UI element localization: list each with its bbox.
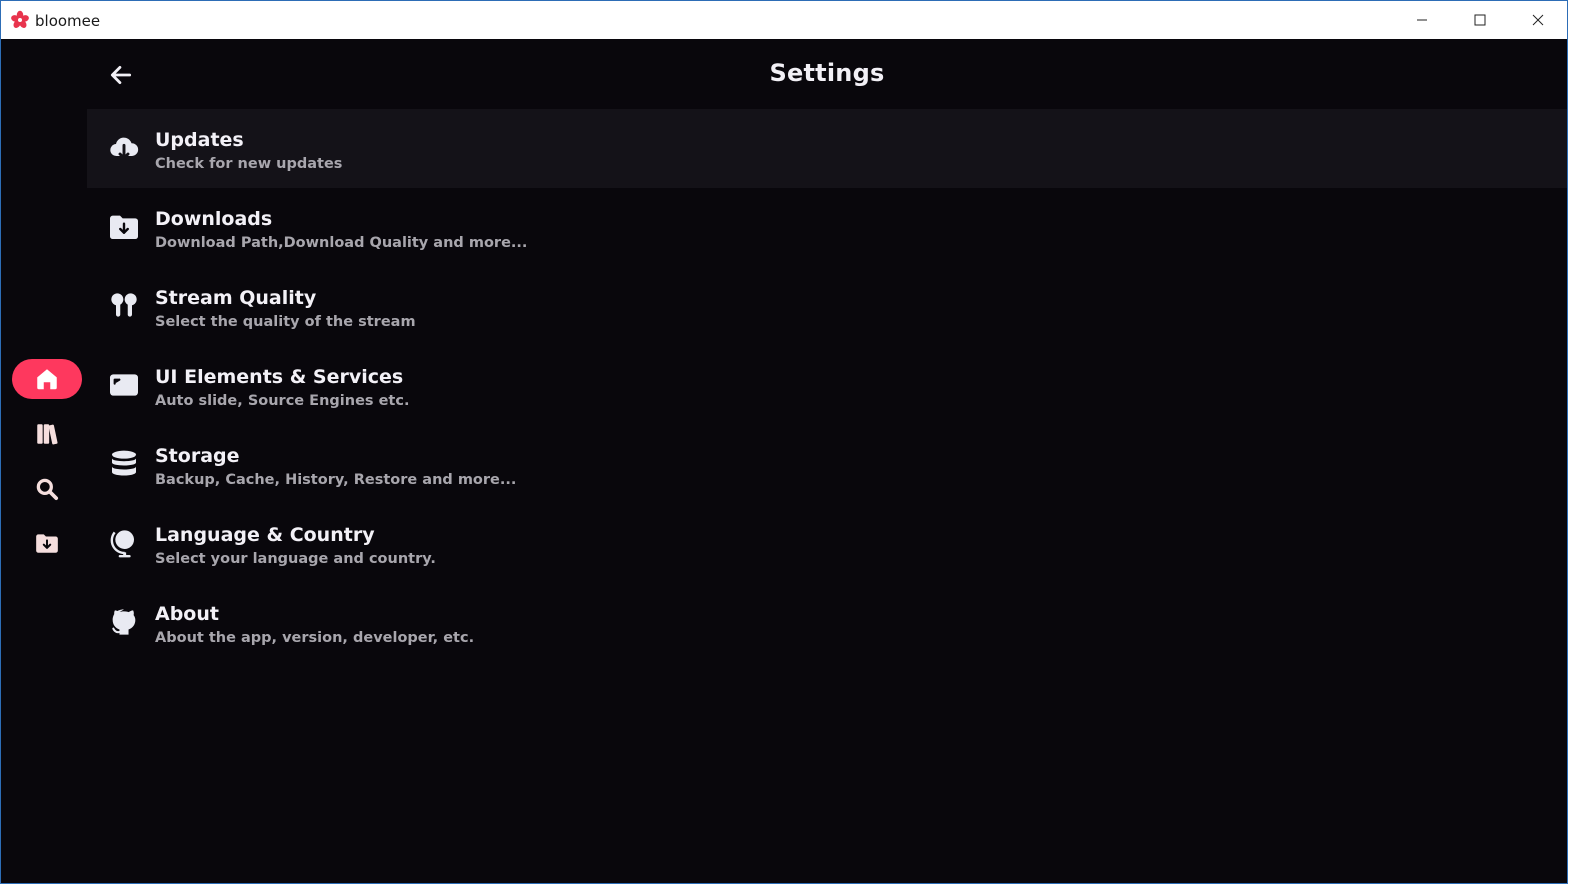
setting-subtitle: Backup, Cache, History, Restore and more… xyxy=(155,472,517,488)
page-title: Settings xyxy=(769,59,885,87)
setting-subtitle: Auto slide, Source Engines etc. xyxy=(155,393,410,409)
setting-title: Downloads xyxy=(155,208,273,230)
setting-about[interactable]: About About the app, version, developer,… xyxy=(87,583,1567,662)
page-header: Settings xyxy=(87,39,1567,109)
setting-title: Language & Country xyxy=(155,524,375,546)
nav-library[interactable] xyxy=(12,414,82,454)
setting-subtitle: Check for new updates xyxy=(155,156,343,172)
library-icon xyxy=(37,424,58,445)
minimize-button[interactable] xyxy=(1393,1,1451,39)
cloud-download-icon xyxy=(107,131,141,165)
setting-storage[interactable]: Storage Backup, Cache, History, Restore … xyxy=(87,425,1567,504)
nav-search[interactable] xyxy=(12,469,82,509)
settings-list: Updates Check for new updates Downloads … xyxy=(87,109,1567,662)
maximize-button[interactable] xyxy=(1451,1,1509,39)
setting-subtitle: Download Path,Download Quality and more.… xyxy=(155,235,528,251)
home-icon xyxy=(37,369,57,390)
minimize-icon xyxy=(1417,19,1427,21)
setting-subtitle: Select the quality of the stream xyxy=(155,314,416,330)
folder-download-icon xyxy=(107,210,141,244)
database-icon xyxy=(107,447,141,481)
setting-ui-elements[interactable]: UI Elements & Services Auto slide, Sourc… xyxy=(87,346,1567,425)
window-title: bloomee xyxy=(35,12,101,30)
close-button[interactable] xyxy=(1509,1,1567,39)
setting-language-country[interactable]: Language & Country Select your language … xyxy=(87,504,1567,583)
earbuds-icon xyxy=(107,289,141,323)
setting-stream-quality[interactable]: Stream Quality Select the quality of the… xyxy=(87,267,1567,346)
nav-rail xyxy=(1,39,87,883)
setting-subtitle: About the app, version, developer, etc. xyxy=(155,630,475,646)
setting-updates[interactable]: Updates Check for new updates xyxy=(87,109,1567,188)
globe-icon xyxy=(107,526,141,560)
bloomee-logo-icon xyxy=(11,10,29,28)
maximize-icon xyxy=(1474,14,1486,26)
setting-title: Stream Quality xyxy=(155,287,317,309)
github-icon xyxy=(107,605,141,639)
setting-subtitle: Select your language and country. xyxy=(155,551,436,567)
search-icon xyxy=(36,478,59,501)
app-content: Settings Updates Check for new updates D… xyxy=(1,39,1567,883)
app-window: bloomee Settings Updates Check for new u… xyxy=(0,0,1568,884)
title-bar: bloomee xyxy=(1,1,1567,39)
setting-downloads[interactable]: Downloads Download Path,Download Quality… xyxy=(87,188,1567,267)
setting-title: Storage xyxy=(155,445,240,467)
close-icon xyxy=(1532,14,1544,26)
setting-title: About xyxy=(155,603,219,625)
nav-home[interactable] xyxy=(12,359,82,399)
download-folder-icon xyxy=(36,534,58,553)
setting-title: Updates xyxy=(155,129,244,151)
ui-icon xyxy=(107,368,141,402)
setting-title: UI Elements & Services xyxy=(155,366,404,388)
nav-offline[interactable] xyxy=(12,523,82,563)
